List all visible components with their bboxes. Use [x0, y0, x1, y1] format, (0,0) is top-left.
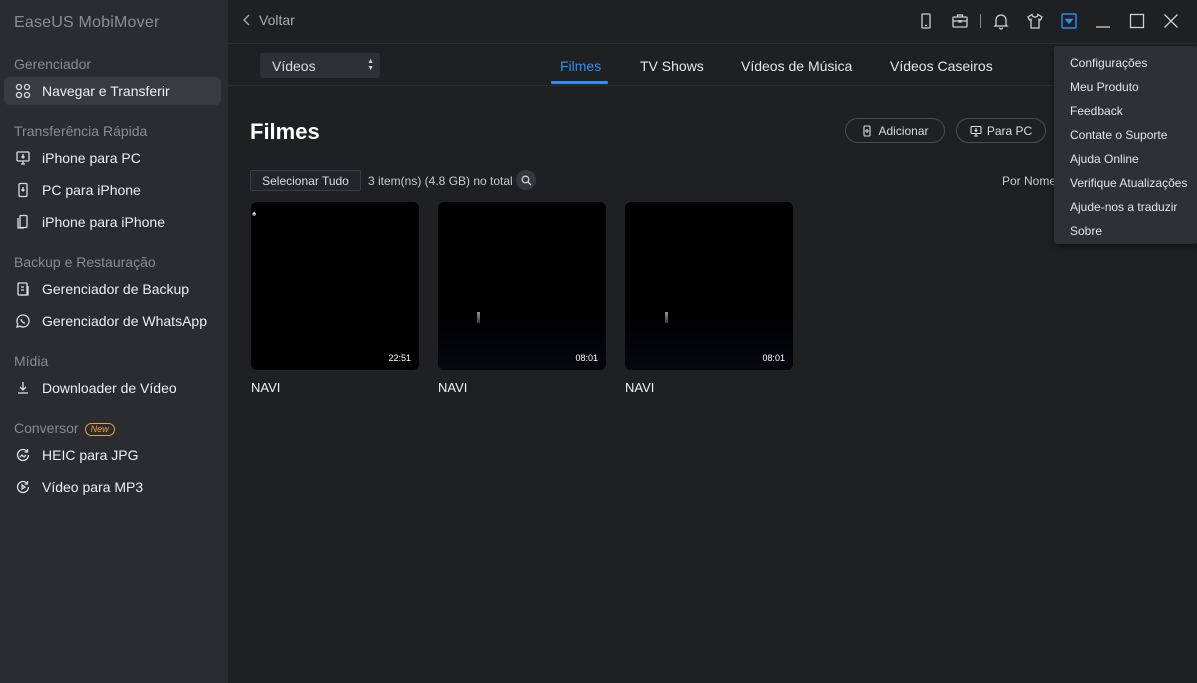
- figure-silhouette: [665, 312, 668, 323]
- video-duration: 08:01: [762, 353, 785, 363]
- sidebar-item-downloader[interactable]: Downloader de Vídeo: [4, 374, 221, 402]
- menu-item-sobre[interactable]: Sobre: [1070, 224, 1102, 238]
- sidebar-item-iphone-para-pc[interactable]: iPhone para PC: [4, 144, 221, 172]
- video-title: NAVI: [438, 380, 468, 395]
- menu-item-feedback[interactable]: Feedback: [1070, 104, 1123, 118]
- tab-videos-caseiros[interactable]: Vídeos Caseiros: [890, 58, 993, 74]
- search-button[interactable]: [516, 170, 536, 190]
- back-label: Voltar: [259, 12, 295, 28]
- audio-convert-icon: [14, 478, 32, 496]
- sidebar-item-label: iPhone para iPhone: [42, 214, 165, 230]
- sort-dropdown[interactable]: Por Nome: [1002, 174, 1056, 188]
- settings-menu: Configurações Meu Produto Feedback Conta…: [1054, 46, 1197, 244]
- bell-icon[interactable]: [990, 10, 1012, 32]
- sidebar-item-label: Navegar e Transferir: [42, 83, 170, 99]
- menu-item-atualizacoes[interactable]: Verifique Atualizações: [1070, 176, 1187, 190]
- sidebar-item-pc-para-iphone[interactable]: PC para iPhone: [4, 176, 221, 204]
- phone-icon: [14, 181, 32, 199]
- shirt-icon[interactable]: [1024, 10, 1046, 32]
- device-icon[interactable]: [915, 10, 937, 32]
- video-thumbnail[interactable]: 08:01: [625, 202, 793, 370]
- add-button-label: Adicionar: [878, 123, 929, 138]
- backup-icon: [14, 280, 32, 298]
- section-label-text: Conversor: [14, 420, 79, 436]
- video-thumbnail[interactable]: ♠ 22:51: [251, 202, 419, 370]
- add-phone-icon: [863, 124, 872, 137]
- video-thumbnail[interactable]: 08:01: [438, 202, 606, 370]
- menu-item-meu-produto[interactable]: Meu Produto: [1070, 80, 1139, 94]
- phones-icon: [14, 213, 32, 231]
- section-label-midia: Mídia: [14, 353, 49, 369]
- tab-filmes[interactable]: Filmes: [560, 58, 601, 74]
- to-pc-button-label: Para PC: [986, 123, 1033, 138]
- chevron-left-icon: [243, 14, 250, 26]
- new-badge: New: [84, 422, 115, 436]
- sidebar: EaseUS MobiMover Gerenciador Navegar e T…: [0, 0, 228, 683]
- category-select[interactable]: Vídeos ▲ ▼: [260, 53, 380, 78]
- to-pc-button[interactable]: Para PC: [956, 118, 1046, 143]
- tab-videos-musica[interactable]: Vídeos de Música: [741, 58, 852, 74]
- monitor-icon: [14, 149, 32, 167]
- item-count: 3 item(ns) (4.8 GB) no total: [368, 174, 513, 188]
- sidebar-item-label: Vídeo para MP3: [42, 479, 144, 495]
- updown-arrows-icon: ▲ ▼: [367, 58, 374, 72]
- sidebar-item-gerenciador-backup[interactable]: Gerenciador de Backup: [4, 275, 221, 303]
- menu-item-ajuda-online[interactable]: Ajuda Online: [1070, 152, 1139, 166]
- menu-item-configuracoes[interactable]: Configurações: [1070, 56, 1147, 70]
- menu-item-contate-suporte[interactable]: Contate o Suporte: [1070, 128, 1167, 142]
- section-label-gerenciador: Gerenciador: [14, 56, 92, 72]
- search-icon: [521, 175, 531, 185]
- sidebar-item-navegar[interactable]: Navegar e Transferir: [4, 77, 221, 105]
- video-duration: 08:01: [575, 353, 598, 363]
- sidebar-item-whatsapp[interactable]: Gerenciador de WhatsApp: [4, 307, 221, 335]
- select-all-button[interactable]: Selecionar Tudo: [250, 170, 361, 191]
- video-duration: 22:51: [388, 353, 411, 363]
- grid-icon: [14, 82, 32, 100]
- sidebar-item-label: Downloader de Vídeo: [42, 380, 177, 396]
- tab-tv-shows[interactable]: TV Shows: [640, 58, 704, 74]
- back-button[interactable]: Voltar: [242, 12, 295, 28]
- image-convert-icon: [14, 446, 32, 464]
- video-title: NAVI: [251, 380, 281, 395]
- sidebar-item-label: PC para iPhone: [42, 182, 141, 198]
- add-button[interactable]: Adicionar: [845, 118, 945, 143]
- menu-item-traduzir[interactable]: Ajude-nos a traduzir: [1070, 200, 1177, 214]
- download-icon: [14, 379, 32, 397]
- minimize-icon[interactable]: [1092, 10, 1114, 32]
- toolbox-icon[interactable]: [949, 10, 971, 32]
- video-title: NAVI: [625, 380, 655, 395]
- sidebar-item-label: iPhone para PC: [42, 150, 141, 166]
- page-title: Filmes: [250, 119, 320, 144]
- close-icon[interactable]: [1160, 10, 1182, 32]
- top-bar: Voltar: [228, 0, 1197, 44]
- sidebar-item-iphone-para-iphone[interactable]: iPhone para iPhone: [4, 208, 221, 236]
- section-label-transferencia: Transferência Rápida: [14, 123, 148, 139]
- sidebar-item-video-mp3[interactable]: Vídeo para MP3: [4, 473, 221, 501]
- corner-mark-icon: ♠: [252, 209, 257, 218]
- tabs-row: Vídeos ▲ ▼ Filmes TV Shows Vídeos de Músi…: [228, 45, 1197, 86]
- whatsapp-icon: [14, 312, 32, 330]
- section-label-conversor: Conversor New: [14, 420, 115, 436]
- category-select-value: Vídeos: [272, 57, 316, 74]
- sidebar-item-label: Gerenciador de WhatsApp: [42, 313, 207, 329]
- to-pc-icon: [970, 125, 982, 137]
- app-title: EaseUS MobiMover: [14, 14, 160, 31]
- active-tab-indicator: [551, 81, 608, 84]
- sidebar-item-heic-jpg[interactable]: HEIC para JPG: [4, 441, 221, 469]
- figure-silhouette: [477, 312, 480, 323]
- sidebar-item-label: HEIC para JPG: [42, 447, 139, 463]
- maximize-icon[interactable]: [1126, 10, 1148, 32]
- menu-dropdown-icon[interactable]: [1058, 10, 1080, 32]
- toolbar-divider: [980, 14, 981, 28]
- sidebar-item-label: Gerenciador de Backup: [42, 281, 190, 297]
- section-label-backup: Backup e Restauração: [14, 254, 156, 270]
